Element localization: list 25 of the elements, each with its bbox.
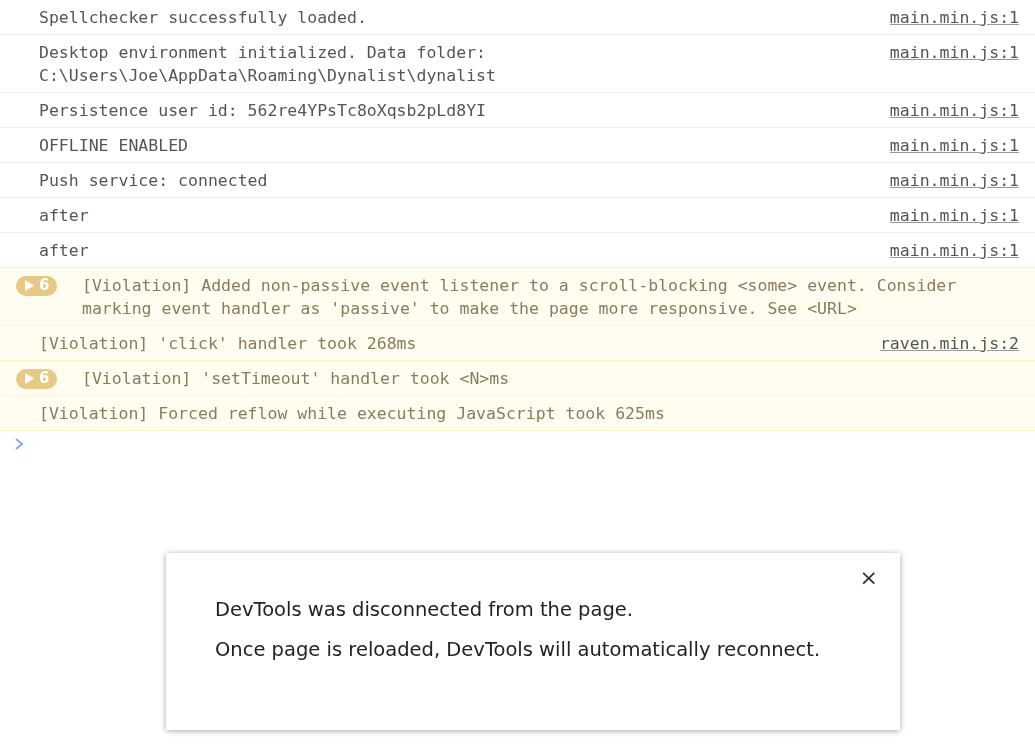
expand-triangle-icon xyxy=(25,373,34,384)
console-message: OFFLINE ENABLED xyxy=(39,135,189,157)
console-message: [Violation] Added non-passive event listener to a scroll-blocking <some> event. Consider marking event handler as 'passive' to make the page more responsive. See <URL> xyxy=(82,275,958,320)
console-message: [Violation] 'setTimeout' handler took <N>ms xyxy=(82,368,511,390)
prompt-chevron-icon xyxy=(14,438,24,450)
source-link[interactable]: main.min.js:1 xyxy=(889,99,1019,122)
console-message: [Violation] 'click' handler took 268ms xyxy=(39,333,418,355)
expand-triangle-icon xyxy=(25,280,34,291)
console-message: Spellchecker successfully loaded. xyxy=(39,7,368,29)
source-link[interactable]: main.min.js:1 xyxy=(889,41,1019,64)
console-message: Desktop environment initialized. Data folder: C:\Users\Joe\AppData\Roaming\Dynalist\dynalist xyxy=(39,42,497,87)
console-message: Persistence user id: 562re4YPsTc8oXqsb2pLd8YI xyxy=(39,100,488,122)
close-button[interactable]: × xyxy=(857,565,880,591)
source-link[interactable]: main.min.js:1 xyxy=(889,204,1019,227)
source-link[interactable]: raven.min.js:2 xyxy=(879,332,1019,355)
source-link[interactable]: main.min.js:1 xyxy=(889,239,1019,262)
console-message: after xyxy=(39,205,90,227)
console-message: after xyxy=(39,240,90,262)
console-message: Push service: connected xyxy=(39,170,269,192)
source-link[interactable]: main.min.js:1 xyxy=(889,169,1019,192)
console-message: [Violation] Forced reflow while executing JavaScript took 625ms xyxy=(39,403,666,425)
dialog-message: Once page is reloaded, DevTools will automatically reconnect. xyxy=(215,638,822,661)
dialog-message: DevTools was disconnected from the page. xyxy=(215,598,634,621)
source-link[interactable]: main.min.js:1 xyxy=(889,6,1019,29)
source-link[interactable]: main.min.js:1 xyxy=(889,134,1019,157)
